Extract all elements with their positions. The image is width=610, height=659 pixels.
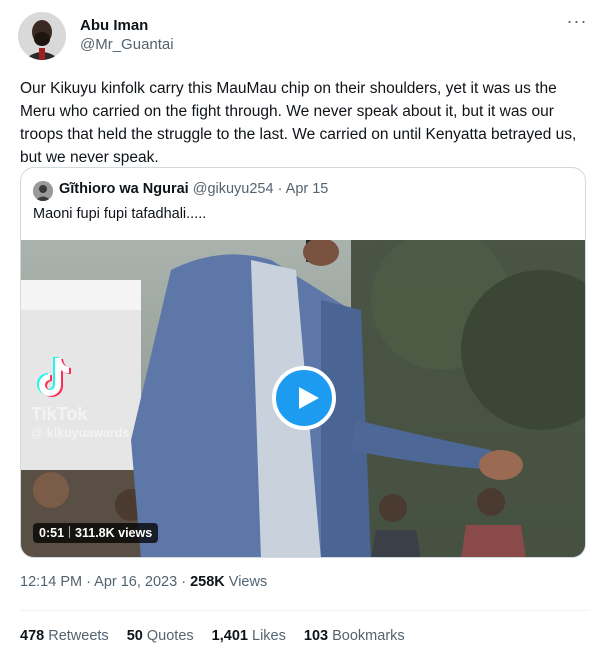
tiktok-watermark-user: @ kikuyuawards (31, 426, 130, 440)
author-avatar[interactable] (18, 12, 66, 60)
tweet-text: Our Kikuyu kinfolk carry this MauMau chi… (20, 80, 577, 166)
tiktok-watermark: TikTok (31, 404, 88, 424)
video-duration: 0:51 (39, 526, 65, 540)
tweet-timestamp[interactable]: 12:14 PM · Apr 16, 2023 · (20, 574, 186, 590)
video-player[interactable]: TikTok @ kikuyuawards 0:51 311.8K views (21, 240, 585, 557)
more-options-icon[interactable]: ··· (566, 12, 588, 34)
tiktok-logo-icon (37, 357, 71, 397)
stat-count: 478 (20, 628, 45, 644)
quoted-tweet[interactable]: Gĩthioro wa Ngurai @gikuyu254 · Apr 15 M… (20, 167, 586, 558)
quoted-author-name[interactable]: Gĩthioro wa Ngurai (59, 181, 189, 197)
stat-retweets[interactable]: 478 Retweets (20, 628, 109, 644)
author-block: Abu Iman @Mr_Guantai (80, 16, 174, 55)
quoted-author-handle[interactable]: @gikuyu254 (193, 181, 274, 197)
tweet-card: Abu Iman @Mr_Guantai ··· Our Kikuyu kinf… (0, 0, 610, 659)
quoted-avatar[interactable] (33, 181, 53, 201)
stat-count: 103 (303, 628, 329, 644)
stat-label: Quotes (146, 628, 194, 644)
video-views: 311.8K views (75, 526, 153, 540)
stat-label: Retweets (48, 628, 109, 644)
stat-label: Bookmarks (332, 628, 405, 644)
stat-count: 1,401 (211, 628, 248, 644)
views-label: Views (228, 574, 268, 590)
stat-quotes[interactable]: 50 Quotes (127, 628, 194, 644)
quoted-date[interactable]: · Apr 15 (278, 181, 329, 197)
author-handle[interactable]: @Mr_Guantai (80, 35, 174, 55)
author-name[interactable]: Abu Iman (80, 16, 174, 35)
stat-label: Likes (252, 628, 286, 644)
quoted-text: Maoni fupi fupi tafadhali..... (33, 206, 207, 222)
divider (20, 610, 590, 611)
play-icon[interactable] (272, 366, 336, 430)
tweet-header: Abu Iman @Mr_Guantai ··· (18, 12, 592, 62)
views-count: 258K (190, 574, 225, 590)
badge-divider (69, 526, 71, 538)
stat-count: 50 (126, 628, 143, 644)
quoted-author-line: Gĩthioro wa Ngurai @gikuyu254 · Apr 15 (59, 181, 328, 197)
stat-bookmarks[interactable]: 103 Bookmarks (304, 628, 405, 644)
stat-likes[interactable]: 1,401 Likes (212, 628, 286, 644)
tweet-meta: 12:14 PM · Apr 16, 2023 · 258K Views (20, 574, 267, 590)
video-info-badge: 0:51 311.8K views (33, 523, 159, 543)
engagement-stats: 478 Retweets 50 Quotes 1,401 Likes 103 B… (20, 628, 419, 644)
